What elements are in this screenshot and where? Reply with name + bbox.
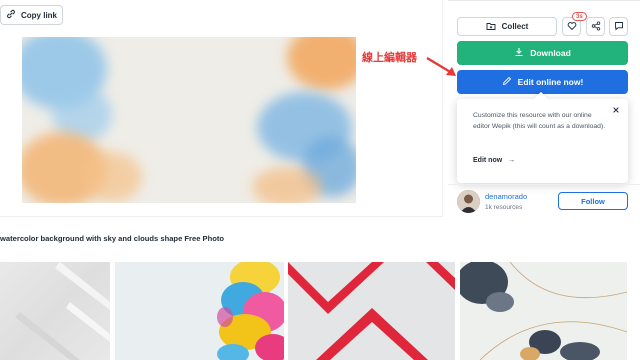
annotation-label: 線上編輯器: [362, 51, 417, 64]
popover-text: Customize this resource with our online …: [473, 112, 606, 130]
share-button[interactable]: [586, 17, 605, 36]
collect-button[interactable]: Collect: [457, 17, 557, 36]
download-icon: [514, 47, 524, 59]
resource-title: watercolor background with sky and cloud…: [0, 234, 225, 243]
copy-link-button[interactable]: Copy link: [0, 5, 63, 25]
copy-link-label: Copy link: [21, 10, 58, 20]
related-thumbnail[interactable]: [115, 262, 284, 360]
edit-online-label: Edit online now!: [517, 77, 584, 87]
author-resources: 1k resources: [485, 204, 523, 211]
panel-divider: [448, 0, 640, 1]
link-icon: [6, 9, 16, 21]
edit-now-link[interactable]: Edit now →: [473, 157, 515, 164]
pencil-icon: [502, 76, 512, 88]
folder-plus-icon: [486, 21, 496, 33]
close-icon[interactable]: [611, 105, 621, 115]
edit-online-button[interactable]: Edit online now!: [457, 70, 628, 94]
author-name[interactable]: denamorado: [485, 192, 527, 201]
related-thumbnail[interactable]: [460, 262, 627, 360]
comment-button[interactable]: [609, 17, 628, 36]
annotation-arrow-icon: [426, 56, 456, 76]
download-label: Download: [530, 48, 571, 58]
author-divider: [448, 184, 640, 185]
edit-online-popover: Customize this resource with our online …: [457, 91, 628, 183]
arrow-right-icon: →: [508, 157, 516, 164]
edit-now-label: Edit now: [473, 157, 503, 164]
like-count-badge: 3s: [572, 12, 587, 21]
share-icon: [591, 18, 601, 36]
avatar[interactable]: [457, 190, 480, 213]
download-button[interactable]: Download: [457, 41, 628, 65]
collect-label: Collect: [501, 22, 529, 31]
related-thumbnail[interactable]: [0, 262, 110, 360]
follow-button[interactable]: Follow: [558, 192, 628, 210]
comment-icon: [614, 18, 624, 36]
related-thumbnail[interactable]: [288, 262, 455, 360]
preview-image: [22, 37, 356, 203]
